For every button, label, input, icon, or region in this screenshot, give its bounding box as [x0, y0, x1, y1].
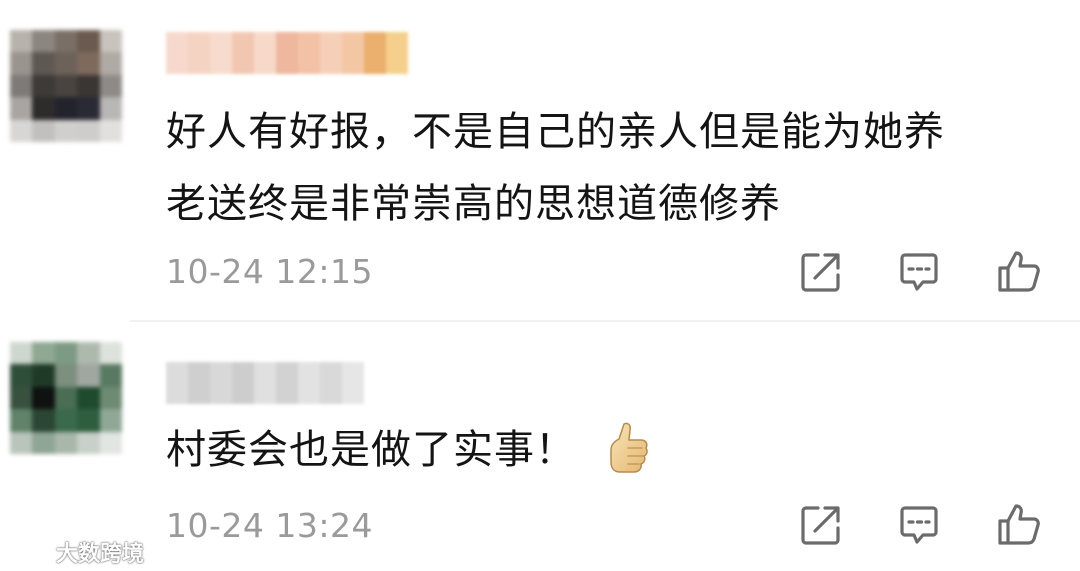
- avatar-pixel: [54, 409, 78, 432]
- avatar-pixel: [99, 386, 122, 410]
- avatar-pixel: [54, 431, 78, 454]
- avatar-pixel: [99, 97, 122, 120]
- avatar-pixel: [54, 74, 78, 98]
- avatar-pixel: [54, 97, 78, 120]
- reply-button[interactable]: [894, 247, 944, 297]
- avatar-pixel: [99, 364, 122, 387]
- avatar-pixel: [10, 52, 33, 75]
- username-pixel: [320, 32, 342, 74]
- avatar-pixel: [77, 97, 100, 120]
- avatar-pixel: [10, 119, 33, 142]
- username-pixel: [188, 362, 210, 404]
- avatar-pixel: [54, 386, 78, 410]
- avatar-pixel: [54, 30, 78, 53]
- username-pixel: [298, 32, 320, 74]
- avatar-pixel: [54, 119, 78, 142]
- reply-button[interactable]: [894, 500, 944, 550]
- avatar-pixel: [10, 342, 33, 365]
- username-mosaic[interactable]: [166, 32, 408, 74]
- avatar-pixel: [32, 409, 55, 432]
- comment-timestamp: 10-24 13:24: [166, 506, 373, 545]
- avatar[interactable]: [10, 342, 122, 454]
- avatar-pixel: [54, 364, 78, 387]
- comment-item: 村委会也是做了实事！ 10-24 13:24: [0, 322, 1080, 571]
- comment-reply-icon: [900, 506, 938, 544]
- username-pixel: [298, 362, 320, 404]
- avatar-pixel: [10, 30, 33, 53]
- avatar-pixel: [77, 74, 100, 98]
- avatar-pixel: [10, 386, 33, 410]
- avatar-pixel: [99, 52, 122, 75]
- thumbs-up-icon: [998, 504, 1040, 545]
- thumbs-up-emoji-icon: [610, 422, 648, 473]
- avatar-pixel: [99, 431, 122, 454]
- comment-text-line2: 老送终是非常崇高的思想道德修养: [166, 181, 781, 227]
- username-pixel: [364, 32, 386, 74]
- avatar-pixel: [10, 409, 33, 432]
- avatar-pixel: [77, 386, 100, 410]
- avatar-pixel: [54, 342, 78, 365]
- comment-reply-icon: [900, 253, 938, 291]
- avatar-pixel: [10, 74, 33, 98]
- avatar-pixel: [99, 30, 122, 53]
- avatar-pixel: [10, 364, 33, 387]
- username-pixel: [254, 362, 276, 404]
- username-pixel: [386, 32, 408, 74]
- username-pixel: [188, 32, 210, 74]
- username-pixel: [254, 32, 276, 74]
- username-pixel: [232, 362, 254, 404]
- like-button[interactable]: [994, 499, 1044, 549]
- username-pixel: [232, 32, 254, 74]
- avatar-pixel: [32, 74, 55, 98]
- thumbs-up-icon: [998, 251, 1040, 292]
- avatar-pixel: [32, 431, 55, 454]
- share-icon: [801, 506, 840, 545]
- avatar[interactable]: [10, 30, 122, 142]
- avatar-pixel: [99, 119, 122, 142]
- avatar-pixel: [77, 119, 100, 142]
- username-pixel: [210, 32, 232, 74]
- comment-text-line1: 好人有好报，不是自己的亲人但是能为她养: [166, 109, 945, 155]
- username-pixel: [210, 362, 232, 404]
- comment-text: 村委会也是做了实事！: [166, 414, 1046, 486]
- share-icon: [801, 253, 840, 292]
- avatar-pixel: [54, 52, 78, 75]
- avatar-pixel: [77, 409, 100, 432]
- like-button[interactable]: [994, 246, 1044, 296]
- avatar-pixel: [32, 52, 55, 75]
- avatar-pixel: [99, 409, 122, 432]
- avatar-pixel: [77, 431, 100, 454]
- username-pixel: [276, 362, 298, 404]
- avatar-pixel: [99, 342, 122, 365]
- weibo-logo-icon: [7, 541, 49, 564]
- avatar-pixel: [77, 30, 100, 53]
- avatar-pixel: [10, 97, 33, 120]
- watermark: 大数跨境: [6, 536, 144, 568]
- comment-text: 好人有好报，不是自己的亲人但是能为她养 老送终是非常崇高的思想道德修养: [166, 96, 1046, 240]
- avatar-pixel: [32, 30, 55, 53]
- share-button[interactable]: [796, 500, 846, 550]
- avatar-pixel: [32, 364, 55, 387]
- avatar-pixel: [99, 74, 122, 98]
- comment-text-line1: 村委会也是做了实事！: [166, 427, 576, 473]
- username-pixel: [276, 32, 298, 74]
- username-mosaic[interactable]: [166, 362, 364, 404]
- avatar-pixel: [32, 342, 55, 365]
- avatar-pixel: [77, 342, 100, 365]
- username-pixel: [166, 32, 188, 74]
- comment-item: 好人有好报，不是自己的亲人但是能为她养 老送终是非常崇高的思想道德修养 10-2…: [0, 0, 1080, 320]
- share-button[interactable]: [796, 247, 846, 297]
- avatar-pixel: [77, 364, 100, 387]
- avatar-pixel: [32, 386, 55, 410]
- avatar-pixel: [32, 119, 55, 142]
- username-pixel: [342, 32, 364, 74]
- avatar-pixel: [32, 97, 55, 120]
- avatar-pixel: [77, 52, 100, 75]
- avatar-pixel: [10, 431, 33, 454]
- watermark-text: 大数跨境: [56, 542, 145, 567]
- comment-timestamp: 10-24 12:15: [166, 252, 373, 291]
- username-pixel: [342, 362, 364, 404]
- username-pixel: [320, 362, 342, 404]
- username-pixel: [166, 362, 188, 404]
